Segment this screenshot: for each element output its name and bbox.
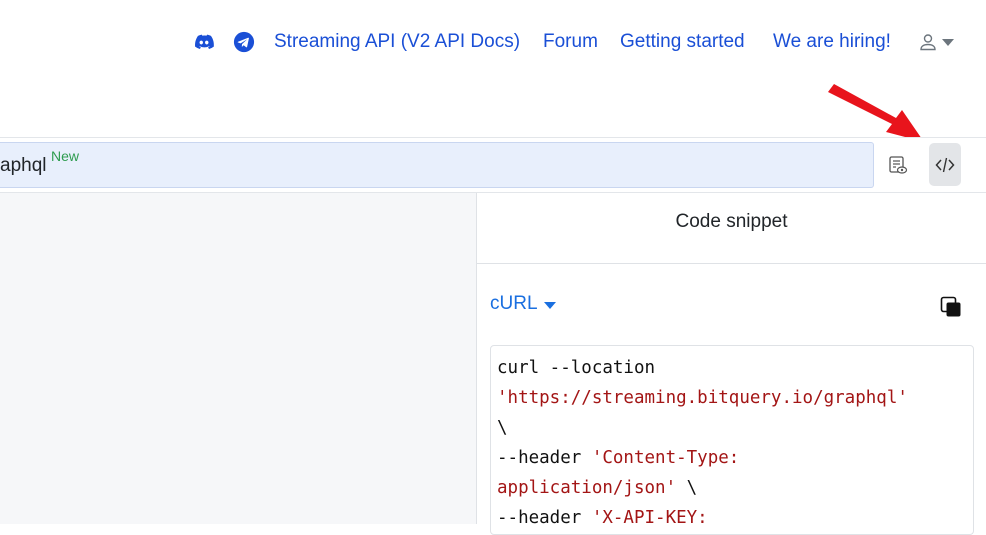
- nav-link-streaming-api[interactable]: Streaming API (V2 API Docs): [274, 30, 520, 54]
- query-preview-button[interactable]: [882, 143, 914, 186]
- code-line: 'https://streaming.bitquery.io/graphql': [497, 383, 967, 413]
- nav-link-hiring[interactable]: We are hiring!: [773, 30, 891, 54]
- language-dropdown[interactable]: cURL: [490, 293, 556, 315]
- code-token: --header: [497, 448, 592, 468]
- code-string-token: 'X-API-KEY:: [591, 508, 708, 528]
- top-navigation: Streaming API (V2 API Docs) Forum Gettin…: [0, 0, 986, 86]
- code-string-token: application/json': [497, 478, 677, 498]
- code-line: --header 'X-API-KEY:: [497, 503, 967, 533]
- query-preview-icon: [889, 155, 908, 174]
- discord-icon[interactable]: [193, 31, 215, 53]
- code-token: \: [676, 478, 698, 498]
- code-token: --header: [497, 508, 592, 528]
- code-snippet-title: Code snippet: [477, 193, 986, 264]
- new-badge: New: [51, 148, 80, 164]
- telegram-icon[interactable]: [233, 31, 255, 53]
- chevron-down-icon: [543, 301, 556, 309]
- code-icon: [935, 157, 955, 172]
- user-icon[interactable]: [919, 33, 937, 51]
- code-string-token: 'https://streaming.bitquery.io/graphql': [497, 388, 908, 408]
- copy-icon[interactable]: [940, 296, 962, 318]
- code-token: curl --location: [497, 358, 656, 378]
- nav-link-forum[interactable]: Forum: [543, 30, 598, 54]
- code-line: curl --location: [497, 353, 967, 383]
- code-snippet-box[interactable]: curl --location 'https://streaming.bitque…: [490, 345, 974, 535]
- code-line: --header 'Content-Type:: [497, 443, 967, 473]
- code-snippet-panel: Code snippet cURL curl --location 'https:…: [477, 193, 986, 535]
- code-line: application/json' \: [497, 473, 967, 503]
- endpoint-text: aphql: [0, 155, 47, 176]
- code-line: \: [497, 413, 967, 443]
- query-editor-panel[interactable]: [0, 193, 476, 524]
- code-string-token: 'Content-Type:: [591, 448, 740, 468]
- nav-link-getting-started[interactable]: Getting started: [620, 30, 745, 54]
- language-label: cURL: [490, 293, 538, 314]
- code-token: \: [497, 418, 508, 438]
- endpoint-input[interactable]: [0, 142, 874, 188]
- code-snippet-button[interactable]: [929, 143, 961, 186]
- user-menu-caret-icon[interactable]: [942, 39, 954, 46]
